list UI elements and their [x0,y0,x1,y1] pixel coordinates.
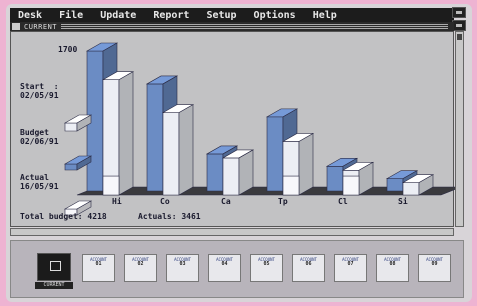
category-label: Tp [278,197,288,206]
vertical-scrollbar[interactable] [455,31,464,227]
total-budget-text: Total budget: 4218 [20,212,107,221]
account-icon-04[interactable]: ACCOUNT 04 [208,254,241,282]
account-number: 07 [347,261,354,267]
menu-bar: Desk File Update Report Setup Options He… [10,8,454,22]
menu-help[interactable]: Help [305,10,346,21]
horizontal-scrollbar[interactable] [10,228,454,236]
account-number: 06 [305,261,312,267]
legend-budget-label: Budget 02/06/91 [20,128,59,146]
budget-bar [222,157,240,196]
menu-setup[interactable]: Setup [198,10,245,21]
category-label: Co [160,197,170,206]
account-number: 03 [179,261,186,267]
actual-bar [282,175,300,196]
budget-bar-side [178,104,194,196]
account-icon-07[interactable]: ACCOUNT 07 [334,254,367,282]
account-icon-05[interactable]: ACCOUNT 05 [250,254,283,282]
current-account-icon[interactable] [37,253,71,281]
account-icon-01[interactable]: ACCOUNT 01 [82,254,115,282]
account-icon-09[interactable]: ACCOUNT 09 [418,254,451,282]
category-label: Hi [112,197,122,206]
budget-bar [162,112,180,196]
menu-update[interactable]: Update [92,10,145,21]
budget-bar-side [238,149,254,196]
actual-bar [342,175,360,196]
start-bar [266,116,284,192]
account-icon-02[interactable]: ACCOUNT 02 [124,254,157,282]
start-bar [206,153,224,192]
bar-chart [63,42,455,216]
account-number: 09 [431,261,438,267]
account-icon-08[interactable]: ACCOUNT 08 [376,254,409,282]
account-number: 05 [263,261,270,267]
legend-start-label: Start : 02/05/91 [20,82,59,100]
menu-options[interactable]: Options [246,10,305,21]
title-bar-stripes [61,24,448,29]
chart-window [10,31,455,227]
start-bar [146,83,164,192]
budget-bar [402,182,420,196]
window-title: CURRENT [24,22,58,31]
start-bar [386,178,404,192]
budget-bar-side [118,71,134,196]
close-button[interactable] [12,23,20,30]
window-title-bar[interactable]: CURRENT [10,22,454,31]
menu-file[interactable]: File [51,10,92,21]
account-icon-03[interactable]: ACCOUNT 03 [166,254,199,282]
resize-button[interactable] [452,20,466,31]
legend-start-swatch [64,122,78,132]
account-number: 08 [389,261,396,267]
actuals-text: Actuals: 3461 [138,212,201,221]
budget-bar-side [298,132,314,196]
category-label: Si [398,197,408,206]
account-number: 04 [221,261,228,267]
maximize-button[interactable] [452,7,466,18]
category-label: Cl [338,197,348,206]
y-top-label: 1700 [58,45,78,54]
current-account-label: CURRENT [35,282,73,289]
start-bar [326,165,344,192]
actual-bar [102,175,120,196]
menu-report[interactable]: Report [145,10,198,21]
account-number: 02 [137,261,144,267]
menu-desk[interactable]: Desk [10,10,51,21]
legend-budget-swatch [64,163,78,171]
legend-actual-label: Actual 16/05/91 [20,173,59,191]
account-number: 01 [95,261,102,267]
scroll-up-arrow[interactable] [457,34,462,40]
category-label: Ca [221,197,231,206]
account-icon-06[interactable]: ACCOUNT 06 [292,254,325,282]
